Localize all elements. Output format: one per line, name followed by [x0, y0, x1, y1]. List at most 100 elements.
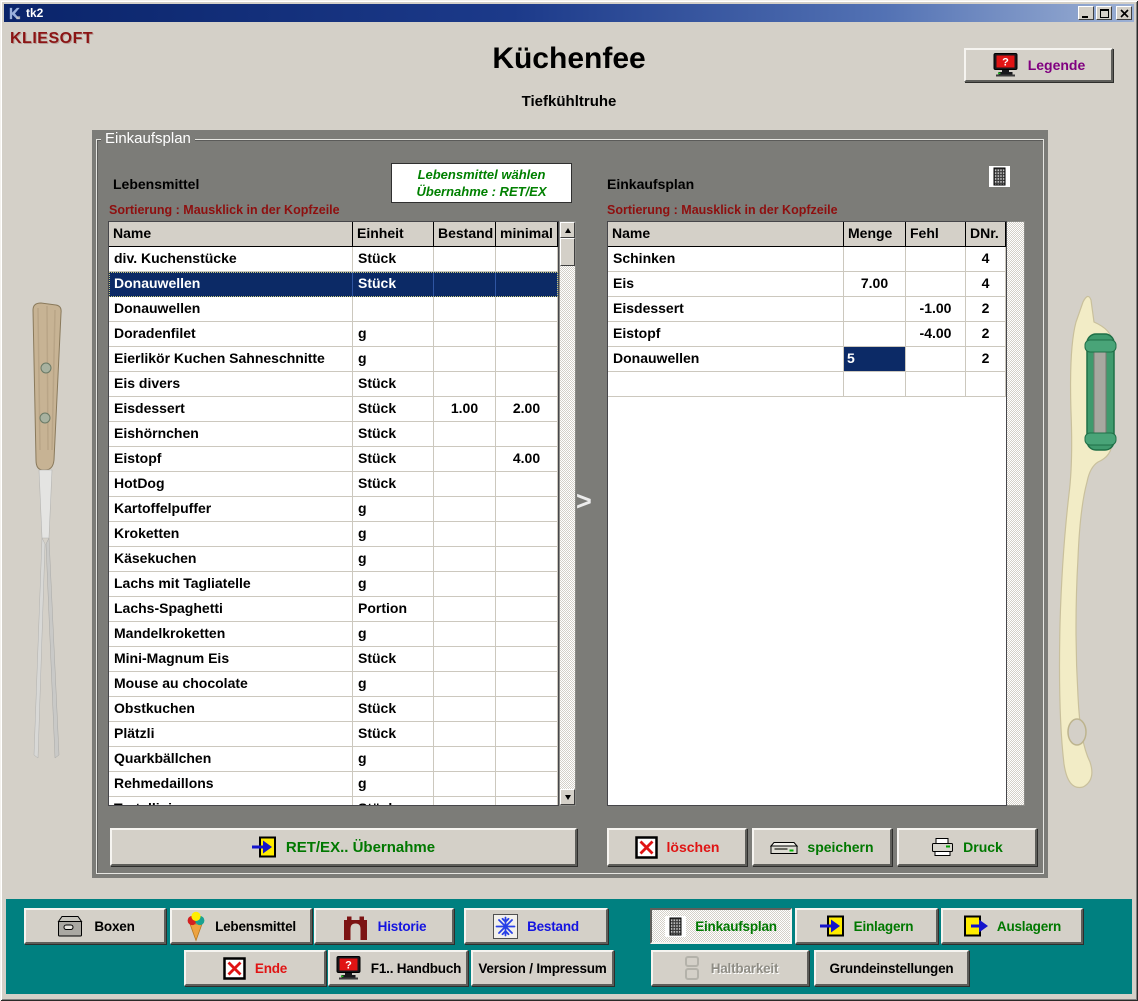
table-row[interactable]: EistopfStück4.00 [109, 447, 558, 472]
cell-menge [844, 297, 906, 322]
cell-bestand [434, 322, 496, 347]
import-icon [252, 836, 277, 858]
druck-button[interactable]: Druck [897, 828, 1037, 866]
column-header[interactable]: Einheit [353, 222, 434, 247]
table-row[interactable]: Kroketteng [109, 522, 558, 547]
table-row[interactable]: TortelliniStück [109, 797, 558, 805]
cell-minimal [496, 297, 558, 322]
table-row[interactable]: Rehmedaillonsg [109, 772, 558, 797]
lebensmittel-rows: div. KuchenstückeStückDonauwellenStückDo… [109, 247, 558, 805]
table-row[interactable]: Eisdessert-1.002 [608, 297, 1006, 322]
column-header[interactable]: minimal [496, 222, 558, 247]
table-row[interactable]: Lachs-SpaghettiPortion [109, 597, 558, 622]
cell-einheit: g [353, 547, 434, 572]
table-row[interactable]: Doradenfiletg [109, 322, 558, 347]
table-row[interactable]: HotDogStück [109, 472, 558, 497]
table-row[interactable]: ObstkuchenStück [109, 697, 558, 722]
scroll-down-button[interactable] [560, 789, 575, 805]
table-row[interactable]: Donauwellen [109, 297, 558, 322]
table-row[interactable]: Kartoffelpufferg [109, 497, 558, 522]
cell-minimal [496, 797, 558, 805]
scroll-up-button[interactable] [560, 222, 575, 238]
cell-einheit: g [353, 322, 434, 347]
scrollbar[interactable] [559, 221, 576, 806]
toolbar-button-boxen[interactable]: Boxen [24, 908, 166, 944]
empty-row [608, 372, 1006, 397]
minimize-button[interactable] [1078, 6, 1094, 20]
cell-minimal [496, 497, 558, 522]
einkaufsplan-table-scroll-track [1007, 221, 1025, 806]
app-icon [7, 6, 22, 21]
table-row[interactable]: Lachs mit Tagliatelleg [109, 572, 558, 597]
table-row[interactable]: Mouse au chocolateg [109, 672, 558, 697]
carving-fork-photo [14, 300, 80, 770]
table-row[interactable]: Mini-Magnum EisStück [109, 647, 558, 672]
column-header[interactable]: Fehl [906, 222, 966, 247]
cell-minimal [496, 247, 558, 272]
toolbar-button-ende[interactable]: Ende [184, 950, 326, 986]
window-title: tk2 [26, 6, 43, 20]
cell-bestand [434, 272, 496, 297]
export-icon [963, 915, 988, 937]
cell-name: HotDog [109, 472, 353, 497]
toolbar-button-f1-handbuch[interactable]: ?F1.. Handbuch [328, 950, 468, 986]
table-row[interactable]: Eierlikör Kuchen Sahneschnitteg [109, 347, 558, 372]
table-row[interactable]: Schinken4 [608, 247, 1006, 272]
table-row[interactable]: Donauwellen52 [608, 347, 1006, 372]
table-row[interactable]: Quarkbällcheng [109, 747, 558, 772]
einkaufsplan-rows: Schinken4Eis7.004Eisdessert-1.002Eistopf… [608, 247, 1006, 805]
table-row[interactable]: DonauwellenStück [109, 272, 558, 297]
cell-name: Tortellini [109, 797, 353, 805]
cell-bestand [434, 247, 496, 272]
table-row[interactable]: Eis7.004 [608, 272, 1006, 297]
cell-name: Eishörnchen [109, 422, 353, 447]
scrollbar-thumb[interactable] [560, 238, 575, 266]
column-header[interactable]: Bestand [434, 222, 496, 247]
toolbar-button-grundeinstellungen[interactable]: Grundeinstellungen [814, 950, 969, 986]
table-row[interactable]: EisdessertStück1.002.00 [109, 397, 558, 422]
cell-name: Lachs mit Tagliatelle [109, 572, 353, 597]
table-row[interactable]: Eis diversStück [109, 372, 558, 397]
maximize-button[interactable] [1096, 6, 1112, 20]
legende-button[interactable]: ? Legende [964, 48, 1113, 82]
cell-fehl [906, 247, 966, 272]
table-row[interactable]: Mandelkroketteng [109, 622, 558, 647]
toolbar-button-version-impressum[interactable]: Version / Impressum [471, 950, 614, 986]
table-row[interactable]: div. KuchenstückeStück [109, 247, 558, 272]
speichern-button[interactable]: speichern [752, 828, 892, 866]
toolbar-button-label: Haltbarkeit [711, 961, 779, 976]
toolbar-button-haltbarkeit: Haltbarkeit [651, 950, 809, 986]
loeschen-button[interactable]: löschen [607, 828, 747, 866]
cell-name: Eisdessert [109, 397, 353, 422]
cell-minimal [496, 772, 558, 797]
toolbar-button-einkaufsplan[interactable]: Einkaufsplan [650, 908, 792, 944]
einkaufsplan-label: Einkaufsplan [607, 176, 694, 192]
table-row[interactable]: EishörnchenStück [109, 422, 558, 447]
toolbar-button-lebensmittel[interactable]: Lebensmittel [170, 908, 312, 944]
cell-einheit: g [353, 672, 434, 697]
table-row[interactable]: Eistopf-4.002 [608, 322, 1006, 347]
close-button[interactable] [1116, 6, 1132, 20]
cell-einheit: g [353, 522, 434, 547]
toolbar-button-label: Bestand [527, 919, 579, 934]
cell-einheit [353, 297, 434, 322]
ret-ex-uebernahme-button[interactable]: RET/EX.. Übernahme [110, 828, 577, 866]
title-bar[interactable]: tk2 [4, 4, 1134, 22]
cell-bestand [434, 722, 496, 747]
grid-icon [989, 166, 1010, 192]
lebensmittel-sort-hint: Sortierung : Mausklick in der Kopfzeile [109, 203, 340, 217]
column-header[interactable]: Menge [844, 222, 906, 247]
toolbar-button-einlagern[interactable]: Einlagern [795, 908, 938, 944]
arch-icon [342, 913, 369, 940]
column-header[interactable]: Name [109, 222, 353, 247]
toolbar-button-historie[interactable]: Historie [314, 908, 454, 944]
toolbar-button-auslagern[interactable]: Auslagern [941, 908, 1083, 944]
table-row[interactable]: PlätzliStück [109, 722, 558, 747]
import-icon [820, 915, 845, 937]
table-row[interactable]: Käsekucheng [109, 547, 558, 572]
toolbar-button-bestand[interactable]: Bestand [464, 908, 608, 944]
cell-name: Mini-Magnum Eis [109, 647, 353, 672]
column-header[interactable]: Name [608, 222, 844, 247]
column-header[interactable]: DNr. [966, 222, 1006, 247]
cell-bestand [434, 572, 496, 597]
